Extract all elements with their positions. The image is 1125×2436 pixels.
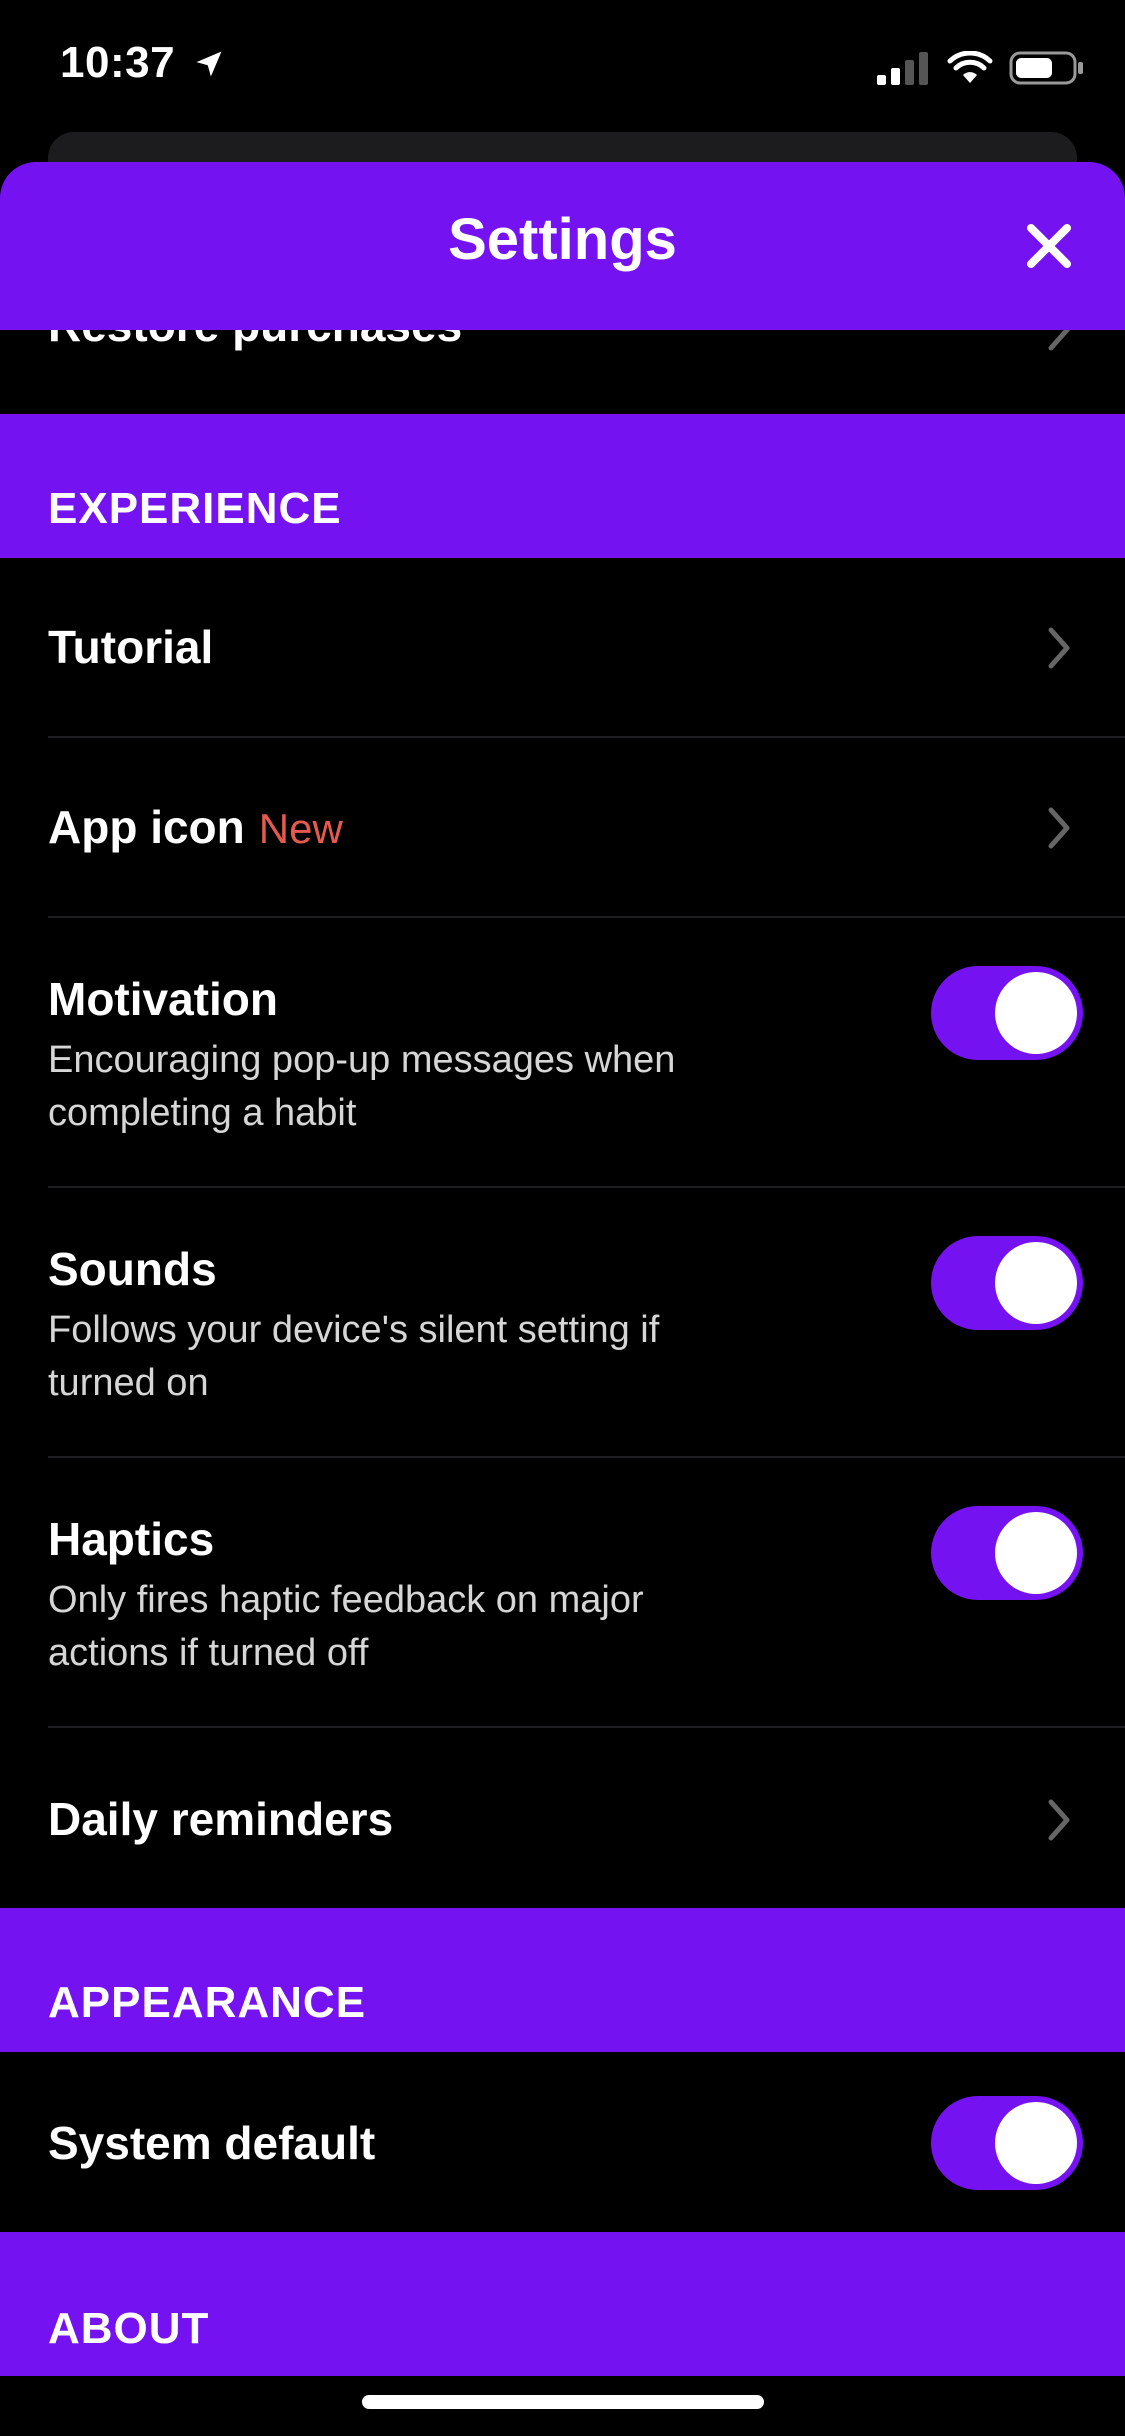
- close-icon: [1025, 222, 1073, 275]
- new-badge: New: [258, 805, 343, 852]
- section-label: APPEARANCE: [48, 1978, 367, 2027]
- sounds-label: Sounds: [48, 1243, 217, 1295]
- section-label: EXPERIENCE: [48, 484, 342, 533]
- page-title: Settings: [448, 207, 677, 272]
- toggle-knob: [995, 2102, 1077, 2184]
- chevron-right-icon: [1047, 626, 1073, 675]
- system-default-label: System default: [48, 2117, 376, 2169]
- section-header-experience: EXPERIENCE: [0, 414, 1125, 558]
- motivation-description: Encouraging pop-up messages when complet…: [48, 1034, 808, 1140]
- app-icon-label: App icon New: [48, 800, 343, 854]
- motivation-description-line: Encouraging pop-up messages when: [48, 1039, 676, 1081]
- close-button[interactable]: [1017, 216, 1081, 280]
- haptics-label: Haptics: [48, 1513, 215, 1565]
- toggle-knob: [995, 972, 1077, 1054]
- app-icon-row[interactable]: App icon New: [0, 738, 1125, 918]
- daily-reminders-row[interactable]: Daily reminders: [0, 1728, 1125, 1908]
- motivation-description-line: completing a habit: [48, 1092, 357, 1134]
- haptics-toggle[interactable]: [931, 1506, 1083, 1600]
- sounds-description-line: Follows your device's silent setting if: [48, 1309, 660, 1351]
- settings-header: Settings: [0, 162, 1125, 330]
- section-header-about: ABOUT: [0, 2232, 1125, 2376]
- section-header-appearance: APPEARANCE: [0, 1908, 1125, 2052]
- system-default-toggle[interactable]: [931, 2096, 1083, 2190]
- motivation-row: Motivation Encouraging pop-up messages w…: [0, 918, 1125, 1188]
- motivation-label: Motivation: [48, 973, 278, 1025]
- settings-content[interactable]: Restore purchases EXPERIENCE Tutorial Ap…: [0, 0, 1125, 2436]
- daily-reminders-label: Daily reminders: [48, 1793, 394, 1845]
- haptics-description-line: Only fires haptic feedback on major: [48, 1579, 644, 1621]
- app-icon-title: App icon: [48, 801, 245, 853]
- chevron-right-icon: [1047, 1798, 1073, 1847]
- toggle-knob: [995, 1242, 1077, 1324]
- sounds-description-line: turned on: [48, 1362, 209, 1404]
- sounds-description: Follows your device's silent setting if …: [48, 1304, 808, 1410]
- sounds-row: Sounds Follows your device's silent sett…: [0, 1188, 1125, 1458]
- haptics-description: Only fires haptic feedback on major acti…: [48, 1574, 808, 1680]
- motivation-toggle[interactable]: [931, 966, 1083, 1060]
- section-label: ABOUT: [48, 2304, 210, 2353]
- tutorial-label: Tutorial: [48, 621, 214, 673]
- home-indicator[interactable]: [362, 2395, 764, 2409]
- haptics-row: Haptics Only fires haptic feedback on ma…: [0, 1458, 1125, 1728]
- tutorial-row[interactable]: Tutorial: [0, 558, 1125, 738]
- chevron-right-icon: [1047, 806, 1073, 855]
- system-default-row: System default: [0, 2052, 1125, 2232]
- haptics-description-line: actions if turned off: [48, 1632, 369, 1674]
- sounds-toggle[interactable]: [931, 1236, 1083, 1330]
- toggle-knob: [995, 1512, 1077, 1594]
